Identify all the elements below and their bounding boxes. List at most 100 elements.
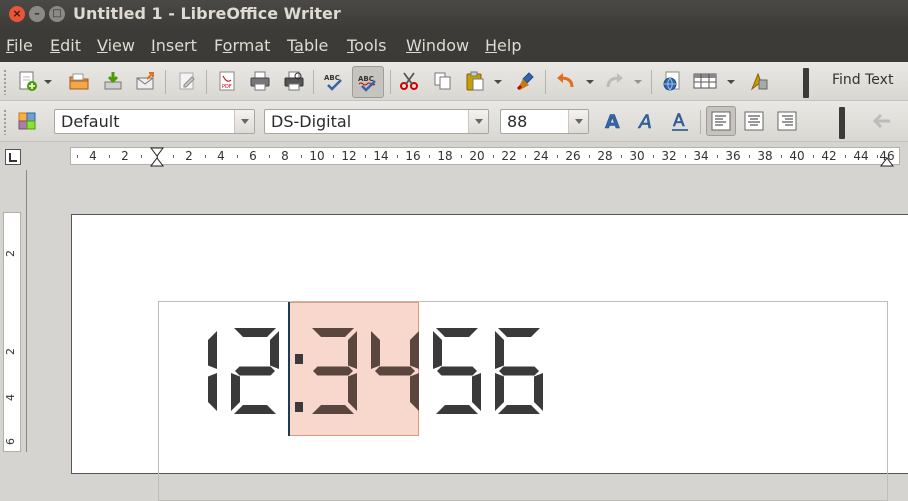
horizontal-ruler[interactable]: 4 2 2 4 6 8 10 12 14 16 18 20 22 24 26 28 30 32 34 36 38 40 42…: [70, 147, 900, 165]
save-icon[interactable]: [100, 68, 126, 94]
ruler-label: 14: [373, 149, 389, 163]
spelling-icon[interactable]: ABC: [321, 68, 347, 94]
close-window-button[interactable]: ×: [9, 6, 25, 22]
undo-dropdown-icon[interactable]: [586, 80, 594, 84]
ruler-label: 4: [217, 149, 225, 163]
clone-formatting-icon[interactable]: [513, 68, 539, 94]
ruler-label: 12: [341, 149, 357, 163]
menu-help[interactable]: Help: [485, 36, 521, 55]
open-folder-icon[interactable]: [66, 68, 92, 94]
toolbar-overflow-grip-icon[interactable]: [839, 107, 845, 139]
new-document-icon[interactable]: [14, 68, 40, 94]
ruler-label: 20: [469, 149, 485, 163]
paragraph-style-value: Default: [61, 112, 120, 131]
minimize-window-button[interactable]: –: [29, 6, 45, 22]
toolbar-grip-icon[interactable]: [3, 109, 7, 135]
ruler-label: 18: [437, 149, 453, 163]
document-text[interactable]: [159, 302, 887, 452]
ruler-label: 34: [693, 149, 709, 163]
digit-glyph: [231, 328, 279, 414]
font-size-dropdown-icon[interactable]: [568, 110, 588, 133]
ruler-label: 2: [185, 149, 193, 163]
ruler-label: 8: [281, 149, 289, 163]
styles-and-formatting-icon[interactable]: [14, 108, 40, 134]
align-center-icon[interactable]: [741, 108, 767, 134]
menu-format[interactable]: Format: [214, 36, 270, 55]
toolbar-grip-icon[interactable]: [3, 69, 7, 95]
font-name-dropdown-icon[interactable]: [468, 110, 488, 133]
tab-stop-selector-icon[interactable]: [5, 149, 21, 165]
ruler-label: 30: [629, 149, 645, 163]
left-indent-marker-icon[interactable]: [150, 147, 164, 171]
ruler-label: 44: [853, 149, 869, 163]
ruler-label: 42: [821, 149, 837, 163]
svg-text:A: A: [637, 111, 652, 132]
menu-edit[interactable]: Edit: [50, 36, 81, 55]
copy-icon[interactable]: [430, 68, 456, 94]
left-margin-area: 2 2 4 6: [0, 170, 26, 452]
menu-file[interactable]: File: [6, 36, 33, 55]
paste-icon[interactable]: [462, 68, 488, 94]
font-name-value: DS-Digital: [271, 112, 352, 131]
navigate-back-icon[interactable]: [868, 108, 894, 134]
svg-text:ABC: ABC: [358, 75, 374, 83]
table-dropdown-icon[interactable]: [727, 80, 735, 84]
menu-table[interactable]: Table: [287, 36, 328, 55]
vertical-ruler-label: 4: [4, 394, 17, 401]
email-document-icon[interactable]: [133, 68, 159, 94]
ruler-label: 40: [789, 149, 805, 163]
colon-glyph: [295, 354, 303, 412]
title-bar: × – □ Untitled 1 - LibreOffice Writer: [0, 0, 908, 28]
undo-icon[interactable]: [552, 68, 578, 94]
window-title: Untitled 1 - LibreOffice Writer: [73, 4, 341, 23]
bold-icon[interactable]: A: [600, 108, 626, 134]
ruler-bar: 4 2 2 4 6 8 10 12 14 16 18 20 22 24 26 28 30 32 34 36 38 40 42…: [0, 142, 908, 170]
hyperlink-icon[interactable]: [659, 68, 685, 94]
print-icon[interactable]: [247, 68, 273, 94]
right-indent-marker-icon[interactable]: [880, 147, 894, 171]
italic-icon[interactable]: A: [634, 108, 660, 134]
show-draw-functions-icon[interactable]: [746, 68, 772, 94]
ruler-label: 24: [533, 149, 549, 163]
cut-icon[interactable]: [396, 68, 422, 94]
formatting-toolbar: Default DS-Digital 88 A A A: [0, 101, 908, 142]
autospellcheck-icon[interactable]: ABC: [352, 66, 384, 98]
new-dropdown-icon[interactable]: [44, 80, 52, 84]
menu-bar: File Edit View Insert Format Table Tools…: [0, 28, 908, 62]
maximize-window-button[interactable]: □: [49, 6, 65, 22]
underline-icon[interactable]: A: [667, 108, 693, 134]
redo-dropdown-icon[interactable]: [634, 80, 642, 84]
document-page[interactable]: [71, 214, 908, 501]
font-size-value: 88: [507, 112, 528, 131]
vertical-ruler-label: 2: [4, 348, 17, 355]
text-boundaries: [158, 301, 888, 501]
table-icon[interactable]: [692, 68, 718, 94]
font-size-select[interactable]: 88: [500, 109, 589, 134]
align-right-icon[interactable]: [774, 108, 800, 134]
digit-glyph: [433, 328, 481, 414]
ruler-label: 36: [725, 149, 741, 163]
menu-tools[interactable]: Tools: [347, 36, 386, 55]
menu-view[interactable]: View: [97, 36, 135, 55]
font-name-select[interactable]: DS-Digital: [264, 109, 489, 134]
vertical-ruler-label: 6: [4, 438, 17, 445]
align-left-icon[interactable]: [706, 106, 736, 136]
paragraph-style-dropdown-icon[interactable]: [234, 110, 254, 133]
export-pdf-icon[interactable]: PDF: [214, 68, 240, 94]
edit-file-icon[interactable]: [174, 68, 200, 94]
svg-text:PDF: PDF: [222, 84, 232, 90]
toolbar-overflow-grip-icon[interactable]: [803, 68, 809, 98]
ruler-label: 6: [249, 149, 257, 163]
standard-toolbar: PDF ABC ABC Find Text: [0, 62, 908, 101]
menu-window[interactable]: Window: [406, 36, 469, 55]
menu-insert[interactable]: Insert: [151, 36, 197, 55]
paste-dropdown-icon[interactable]: [494, 80, 502, 84]
ruler-label: 38: [757, 149, 773, 163]
find-text-label[interactable]: Find Text: [832, 72, 893, 88]
svg-text:A: A: [605, 111, 620, 132]
print-preview-icon[interactable]: [281, 68, 307, 94]
vertical-ruler[interactable]: 2 2 4 6: [3, 212, 21, 452]
vertical-ruler-label: 2: [4, 250, 17, 257]
redo-icon[interactable]: [602, 68, 628, 94]
paragraph-style-select[interactable]: Default: [54, 109, 255, 134]
